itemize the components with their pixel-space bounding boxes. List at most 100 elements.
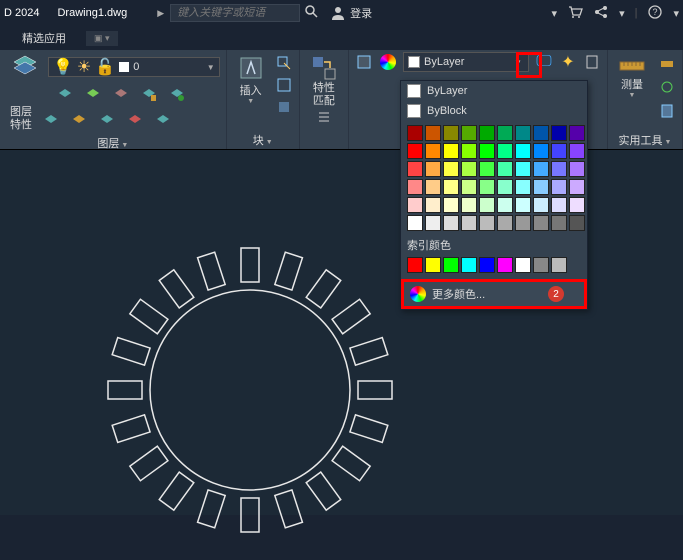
- palette-color[interactable]: [407, 125, 423, 141]
- layer-tool-icon[interactable]: [84, 86, 102, 104]
- palette-color[interactable]: [569, 161, 585, 177]
- palette-color[interactable]: [479, 179, 495, 195]
- layer-tool-icon[interactable]: [112, 86, 130, 104]
- layer-tool-icon[interactable]: [168, 86, 186, 104]
- panel-label-block[interactable]: 块▼: [233, 131, 293, 149]
- palette-color[interactable]: [425, 179, 441, 195]
- help-icon[interactable]: ?: [647, 4, 663, 23]
- play-icon[interactable]: ▶: [157, 8, 164, 19]
- palette-color[interactable]: [425, 161, 441, 177]
- search-icon[interactable]: [304, 4, 320, 23]
- index-color[interactable]: [443, 257, 459, 273]
- palette-color[interactable]: [515, 215, 531, 231]
- palette-color[interactable]: [551, 179, 567, 195]
- palette-color[interactable]: [497, 143, 513, 159]
- share-icon[interactable]: [593, 4, 609, 23]
- palette-color[interactable]: [461, 179, 477, 195]
- palette-color[interactable]: [407, 197, 423, 213]
- palette-color[interactable]: [443, 125, 459, 141]
- palette-color[interactable]: [461, 161, 477, 177]
- palette-color[interactable]: [515, 125, 531, 141]
- palette-color[interactable]: [497, 161, 513, 177]
- layer-tool-icon[interactable]: [140, 86, 158, 104]
- palette-color[interactable]: [533, 143, 549, 159]
- palette-color[interactable]: [515, 197, 531, 213]
- edit-block-icon[interactable]: [275, 54, 293, 72]
- color-wheel-icon[interactable]: [379, 53, 397, 71]
- palette-color[interactable]: [407, 161, 423, 177]
- palette-color[interactable]: [461, 215, 477, 231]
- palette-color[interactable]: [461, 143, 477, 159]
- palette-color[interactable]: [425, 215, 441, 231]
- spark-icon[interactable]: ✦: [559, 53, 577, 71]
- palette-color[interactable]: [533, 197, 549, 213]
- palette-color[interactable]: [425, 197, 441, 213]
- search-input[interactable]: [170, 4, 300, 22]
- palette-color[interactable]: [461, 197, 477, 213]
- palette-color[interactable]: [497, 125, 513, 141]
- index-color[interactable]: [551, 257, 567, 273]
- palette-color[interactable]: [407, 179, 423, 195]
- palette-color[interactable]: [515, 179, 531, 195]
- palette-color[interactable]: [479, 215, 495, 231]
- palette-color[interactable]: [479, 197, 495, 213]
- palette-color[interactable]: [569, 215, 585, 231]
- palette-color[interactable]: [533, 215, 549, 231]
- index-color[interactable]: [533, 257, 549, 273]
- palette-color[interactable]: [425, 125, 441, 141]
- palette-color[interactable]: [443, 143, 459, 159]
- color-option-bylayer[interactable]: ByLayer: [401, 81, 587, 101]
- palette-color[interactable]: [515, 161, 531, 177]
- palette-color[interactable]: [533, 179, 549, 195]
- palette-color[interactable]: [497, 179, 513, 195]
- index-color[interactable]: [461, 257, 477, 273]
- palette-color[interactable]: [551, 215, 567, 231]
- palette-color[interactable]: [569, 197, 585, 213]
- palette-color[interactable]: [551, 143, 567, 159]
- palette-color[interactable]: [479, 125, 495, 141]
- palette-color[interactable]: [443, 179, 459, 195]
- palette-color[interactable]: [551, 125, 567, 141]
- index-color[interactable]: [479, 257, 495, 273]
- palette-color[interactable]: [443, 215, 459, 231]
- index-color[interactable]: [515, 257, 531, 273]
- palette-color[interactable]: [569, 143, 585, 159]
- tab-expand-icon[interactable]: ▣ ▾: [86, 31, 118, 46]
- palette-color[interactable]: [479, 143, 495, 159]
- block-tool-icon[interactable]: [275, 98, 293, 116]
- layer-combo[interactable]: 💡 ☀ 🔓 0 ▼: [48, 57, 220, 77]
- palette-color[interactable]: [551, 197, 567, 213]
- palette-color[interactable]: [551, 161, 567, 177]
- palette-color[interactable]: [425, 143, 441, 159]
- palette-color[interactable]: [569, 179, 585, 195]
- insert-button[interactable]: 插入 ▼: [233, 52, 269, 116]
- palette-color[interactable]: [569, 125, 585, 141]
- panel-label-util[interactable]: 实用工具▼: [614, 131, 676, 149]
- match-props-button[interactable]: 特性 匹配: [306, 52, 342, 110]
- index-color[interactable]: [407, 257, 423, 273]
- layer-tool-icon[interactable]: [98, 112, 116, 130]
- calculator-icon[interactable]: [658, 102, 676, 120]
- layer-tool-icon[interactable]: [42, 112, 60, 130]
- util-icon[interactable]: [658, 54, 676, 72]
- util-icon[interactable]: [658, 78, 676, 96]
- palette-color[interactable]: [515, 143, 531, 159]
- index-color[interactable]: [425, 257, 441, 273]
- palette-color[interactable]: [461, 125, 477, 141]
- color-combo[interactable]: ByLayer ▼: [403, 52, 529, 72]
- layer-tool-icon[interactable]: [70, 112, 88, 130]
- layer-properties-label[interactable]: 图层 特性: [6, 104, 36, 134]
- cart-icon[interactable]: [567, 4, 583, 23]
- props-icon[interactable]: [355, 53, 373, 71]
- palette-color[interactable]: [497, 197, 513, 213]
- login-button[interactable]: 登录: [330, 5, 372, 21]
- palette-color[interactable]: [533, 125, 549, 141]
- palette-color[interactable]: [407, 143, 423, 159]
- layer-properties-button[interactable]: [6, 52, 44, 82]
- tab-featured[interactable]: 精选应用: [14, 28, 74, 48]
- index-color[interactable]: [497, 257, 513, 273]
- edit-attr-icon[interactable]: [275, 76, 293, 94]
- palette-color[interactable]: [407, 215, 423, 231]
- dropdown-icon-2[interactable]: ▾: [619, 7, 625, 20]
- color-option-byblock[interactable]: ByBlock: [401, 101, 587, 121]
